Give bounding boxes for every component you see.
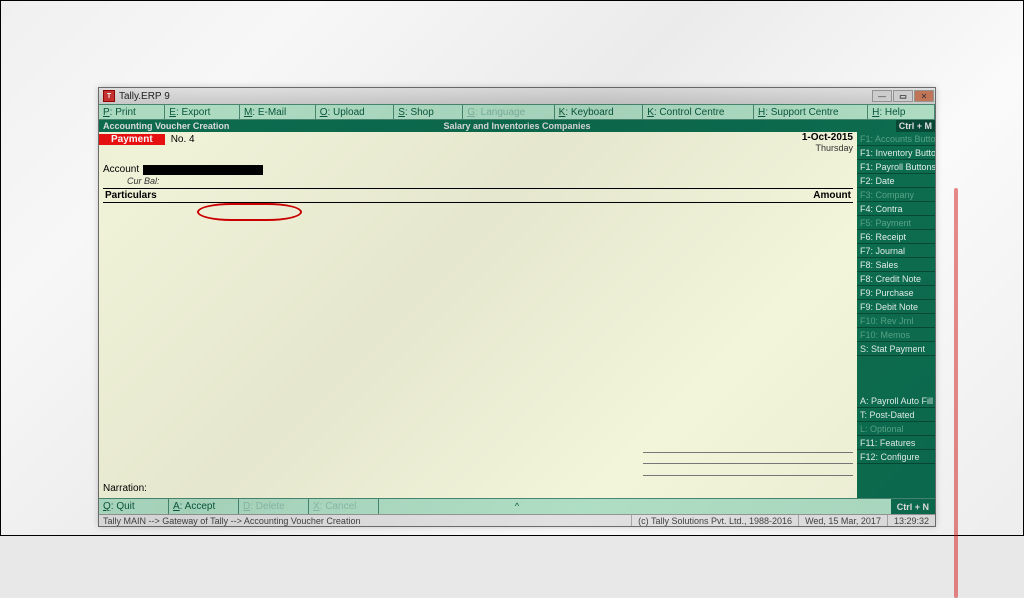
top-menu: P: PrintE: ExportM: E-MailO: UploadS: Sh… [99,104,935,120]
menu-help[interactable]: H: Help [868,105,935,119]
status-date: Wed, 15 Mar, 2017 [798,515,887,526]
maximize-button[interactable]: ▭ [893,90,913,102]
status-copyright: (c) Tally Solutions Pvt. Ltd., 1988-2016 [631,515,798,526]
side-f10--rev-jrnl: F10: Rev Jrnl [857,314,935,328]
bottom-accept[interactable]: A: Accept [169,499,239,514]
column-amount: Amount [773,189,853,202]
account-label: Account [103,164,139,175]
close-button[interactable]: ✕ [914,90,934,102]
ctrl-m-hint: Ctrl + M [896,120,935,132]
narration-label: Narration: [103,483,853,494]
menu-email[interactable]: M: E-Mail [240,105,316,119]
breadcrumb-left: Accounting Voucher Creation [99,121,229,131]
side-l--optional: L: Optional [857,422,935,436]
bottom-bar: Q: QuitA: AcceptD: DeleteX: Cancel ^ Ctrl… [99,498,935,514]
side-f9--purchase[interactable]: F9: Purchase [857,286,935,300]
side-f10--memos: F10: Memos [857,328,935,342]
column-particulars: Particulars [103,189,773,202]
app-icon: T [103,90,115,102]
voucher-date: 1-Oct-2015 Thursday [802,132,853,153]
sidebar: F1: Accounts ButtonsF1: Inventory Button… [857,132,935,498]
minimize-button[interactable]: — [872,90,892,102]
side-t--post-dated[interactable]: T: Post-Dated [857,408,935,422]
status-time: 13:29:32 [887,515,935,526]
column-header: Particulars Amount [103,188,853,203]
side-f8--sales[interactable]: F8: Sales [857,258,935,272]
side-f9--debit-note[interactable]: F9: Debit Note [857,300,935,314]
narration-row: Narration: [103,483,853,494]
side-a--payroll-auto-fill[interactable]: A: Payroll Auto Fill [857,394,935,408]
side-f3--company: F3: Company [857,188,935,202]
menu-supportcentre[interactable]: H: Support Centre [754,105,868,119]
side-f6--receipt[interactable]: F6: Receipt [857,230,935,244]
side-f12--configure[interactable]: F12: Configure [857,450,935,464]
ctrl-n-hint: Ctrl + N [891,499,935,514]
menu-language: G: Language [463,105,554,119]
current-balance-label: Cur Bal: [103,176,853,186]
company-name: Salary and Inventories Companies [443,121,590,131]
voucher-canvas: Payment No. 4 1-Oct-2015 Thursday Accoun… [99,132,857,498]
window-titlebar: T Tally.ERP 9 — ▭ ✕ [99,88,935,104]
bottom-quit[interactable]: Q: Quit [99,499,169,514]
status-path: Tally MAIN --> Gateway of Tally --> Acco… [99,515,631,526]
expand-caret-icon[interactable]: ^ [515,501,519,511]
voucher-number: No. 4 [165,134,201,145]
side-f1--inventory-buttons[interactable]: F1: Inventory Buttons [857,146,935,160]
bottom-cancel: X: Cancel [309,499,379,514]
side-f7--journal[interactable]: F7: Journal [857,244,935,258]
side-f8--credit-note[interactable]: F8: Credit Note [857,272,935,286]
side-f5--payment: F5: Payment [857,216,935,230]
menu-controlcentre[interactable]: K: Control Centre [643,105,754,119]
breadcrumb-bar: Accounting Voucher Creation Salary and I… [99,120,935,132]
side-f11--features[interactable]: F11: Features [857,436,935,450]
menu-upload[interactable]: O: Upload [316,105,395,119]
menu-print[interactable]: P: Print [99,105,165,119]
side-f1--payroll-buttons[interactable]: F1: Payroll Buttons [857,160,935,174]
side-f4--contra[interactable]: F4: Contra [857,202,935,216]
side-f2--date[interactable]: F2: Date [857,174,935,188]
voucher-type: Payment [99,134,165,145]
app-window: T Tally.ERP 9 — ▭ ✕ P: PrintE: ExportM: … [98,87,936,527]
side-s--stat-payment[interactable]: S: Stat Payment [857,342,935,356]
bottom-delete: D: Delete [239,499,309,514]
menu-shop[interactable]: S: Shop [394,105,463,119]
account-row: Account Cur Bal: [103,164,853,186]
window-title: Tally.ERP 9 [119,91,872,102]
status-bar: Tally MAIN --> Gateway of Tally --> Acco… [99,514,935,526]
menu-keyboard[interactable]: K: Keyboard [555,105,644,119]
totals-rules [643,452,853,476]
menu-export[interactable]: E: Export [165,105,240,119]
account-value-redacted[interactable] [143,165,263,175]
side-f1--accounts-buttons: F1: Accounts Buttons [857,132,935,146]
annotation-side-line [954,188,958,598]
